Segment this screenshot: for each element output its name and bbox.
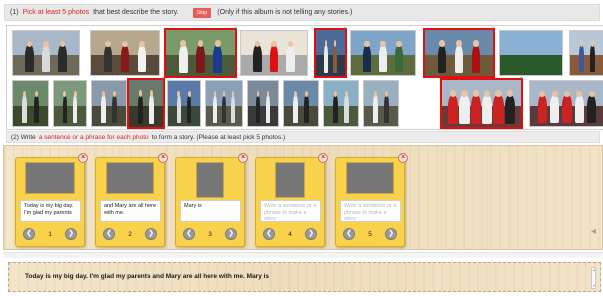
card-sentence-input[interactable]: Today is my big day. I'm glad my parents: [20, 200, 81, 222]
deselect-photo-icon[interactable]: ×: [160, 76, 166, 82]
story-board: ◂ × Today is my big day. I'm glad my pare…: [3, 145, 603, 250]
board-scrollbar[interactable]: [3, 252, 603, 258]
move-right-icon[interactable]: ❯: [65, 228, 77, 240]
album-photo-selected[interactable]: [314, 28, 347, 78]
instruction-rest: that best describe the story.: [93, 9, 179, 16]
album-photo-selected[interactable]: [440, 78, 523, 129]
album-photo[interactable]: [90, 30, 160, 76]
album-photo-selected[interactable]: [164, 28, 237, 78]
instruction-bar-write: (2) Write a sentence or a phrase for eac…: [6, 131, 600, 143]
card-photo: [346, 162, 394, 194]
card-photo: [106, 162, 154, 194]
remove-card-icon[interactable]: ×: [78, 153, 88, 163]
story-card[interactable]: × Write a sentence or a phrase to make a …: [255, 153, 328, 247]
album-photo[interactable]: [205, 80, 243, 127]
album-photo[interactable]: [53, 80, 87, 127]
deselect-photo-icon[interactable]: ×: [490, 26, 496, 32]
skip-note: (Only if this album is not telling any s…: [217, 9, 353, 16]
story-card[interactable]: × and Mary are all here with me. ❮ 2 ❯: [95, 153, 168, 247]
album-photo[interactable]: [12, 30, 80, 76]
card-sentence-input[interactable]: Write a sentence or a phrase to make a s…: [260, 200, 321, 222]
album-photo[interactable]: [569, 30, 603, 76]
move-right-icon[interactable]: ❯: [145, 228, 157, 240]
album-photo[interactable]: [499, 30, 563, 76]
album-photo[interactable]: [91, 80, 127, 127]
story-card[interactable]: × Today is my big day. I'm glad my parent…: [15, 153, 88, 247]
album-photo-selected[interactable]: [423, 28, 495, 78]
instruction-prefix: (2) Write: [11, 133, 36, 141]
album-photo-selected[interactable]: [127, 78, 165, 129]
deselect-photo-icon[interactable]: ×: [342, 26, 348, 32]
move-right-icon[interactable]: ❯: [225, 228, 237, 240]
board-scroll-arrow-icon[interactable]: ◂: [591, 226, 600, 240]
skip-button[interactable]: Skip: [192, 7, 212, 18]
instruction-prefix: (1): [10, 9, 19, 16]
summary-scrollbar[interactable]: [591, 267, 596, 289]
story-card[interactable]: × Write a sentence or a phrase to make a …: [335, 153, 408, 247]
album-photo[interactable]: [363, 80, 399, 127]
remove-card-icon[interactable]: ×: [398, 153, 408, 163]
card-photo: [25, 162, 75, 194]
card-sentence-input[interactable]: Mary is: [180, 200, 241, 222]
album-photo-strip: × × × × ×: [6, 25, 603, 130]
story-card[interactable]: × Mary is ❮ 3 ❯: [175, 153, 248, 247]
album-photo[interactable]: [240, 30, 308, 76]
album-photo[interactable]: [167, 80, 201, 127]
instruction-highlight: Pick at least 5 photos: [22, 9, 90, 16]
album-photo[interactable]: [247, 80, 279, 127]
instruction-rest: to form a story. (Please at least pick 5…: [151, 133, 286, 141]
album-photo[interactable]: [529, 80, 603, 127]
album-photo[interactable]: [12, 80, 49, 127]
instruction-bar-pick: (1) Pick at least 5 photos that best des…: [4, 4, 600, 21]
card-sentence-input[interactable]: Write a sentence or a phrase to make a s…: [340, 200, 401, 222]
story-summary-box: Today is my big day. I'm glad my parents…: [8, 262, 601, 292]
deselect-photo-icon[interactable]: ×: [518, 76, 524, 82]
instruction-highlight: a sentence or a phrase for each photo: [38, 133, 149, 141]
album-photo[interactable]: [350, 30, 416, 76]
remove-card-icon[interactable]: ×: [238, 153, 248, 163]
remove-card-icon[interactable]: ×: [158, 153, 168, 163]
deselect-photo-icon[interactable]: ×: [232, 26, 238, 32]
album-photo[interactable]: [283, 80, 319, 127]
album-photo[interactable]: [323, 80, 359, 127]
card-sentence-input[interactable]: and Mary are all here with me.: [100, 200, 161, 222]
remove-card-icon[interactable]: ×: [318, 153, 328, 163]
card-photo: [196, 162, 224, 198]
move-right-icon[interactable]: ❯: [385, 228, 397, 240]
card-photo: [275, 162, 305, 198]
move-right-icon[interactable]: ❯: [305, 228, 317, 240]
story-summary-text: Today is my big day. I'm glad my parents…: [25, 273, 270, 280]
